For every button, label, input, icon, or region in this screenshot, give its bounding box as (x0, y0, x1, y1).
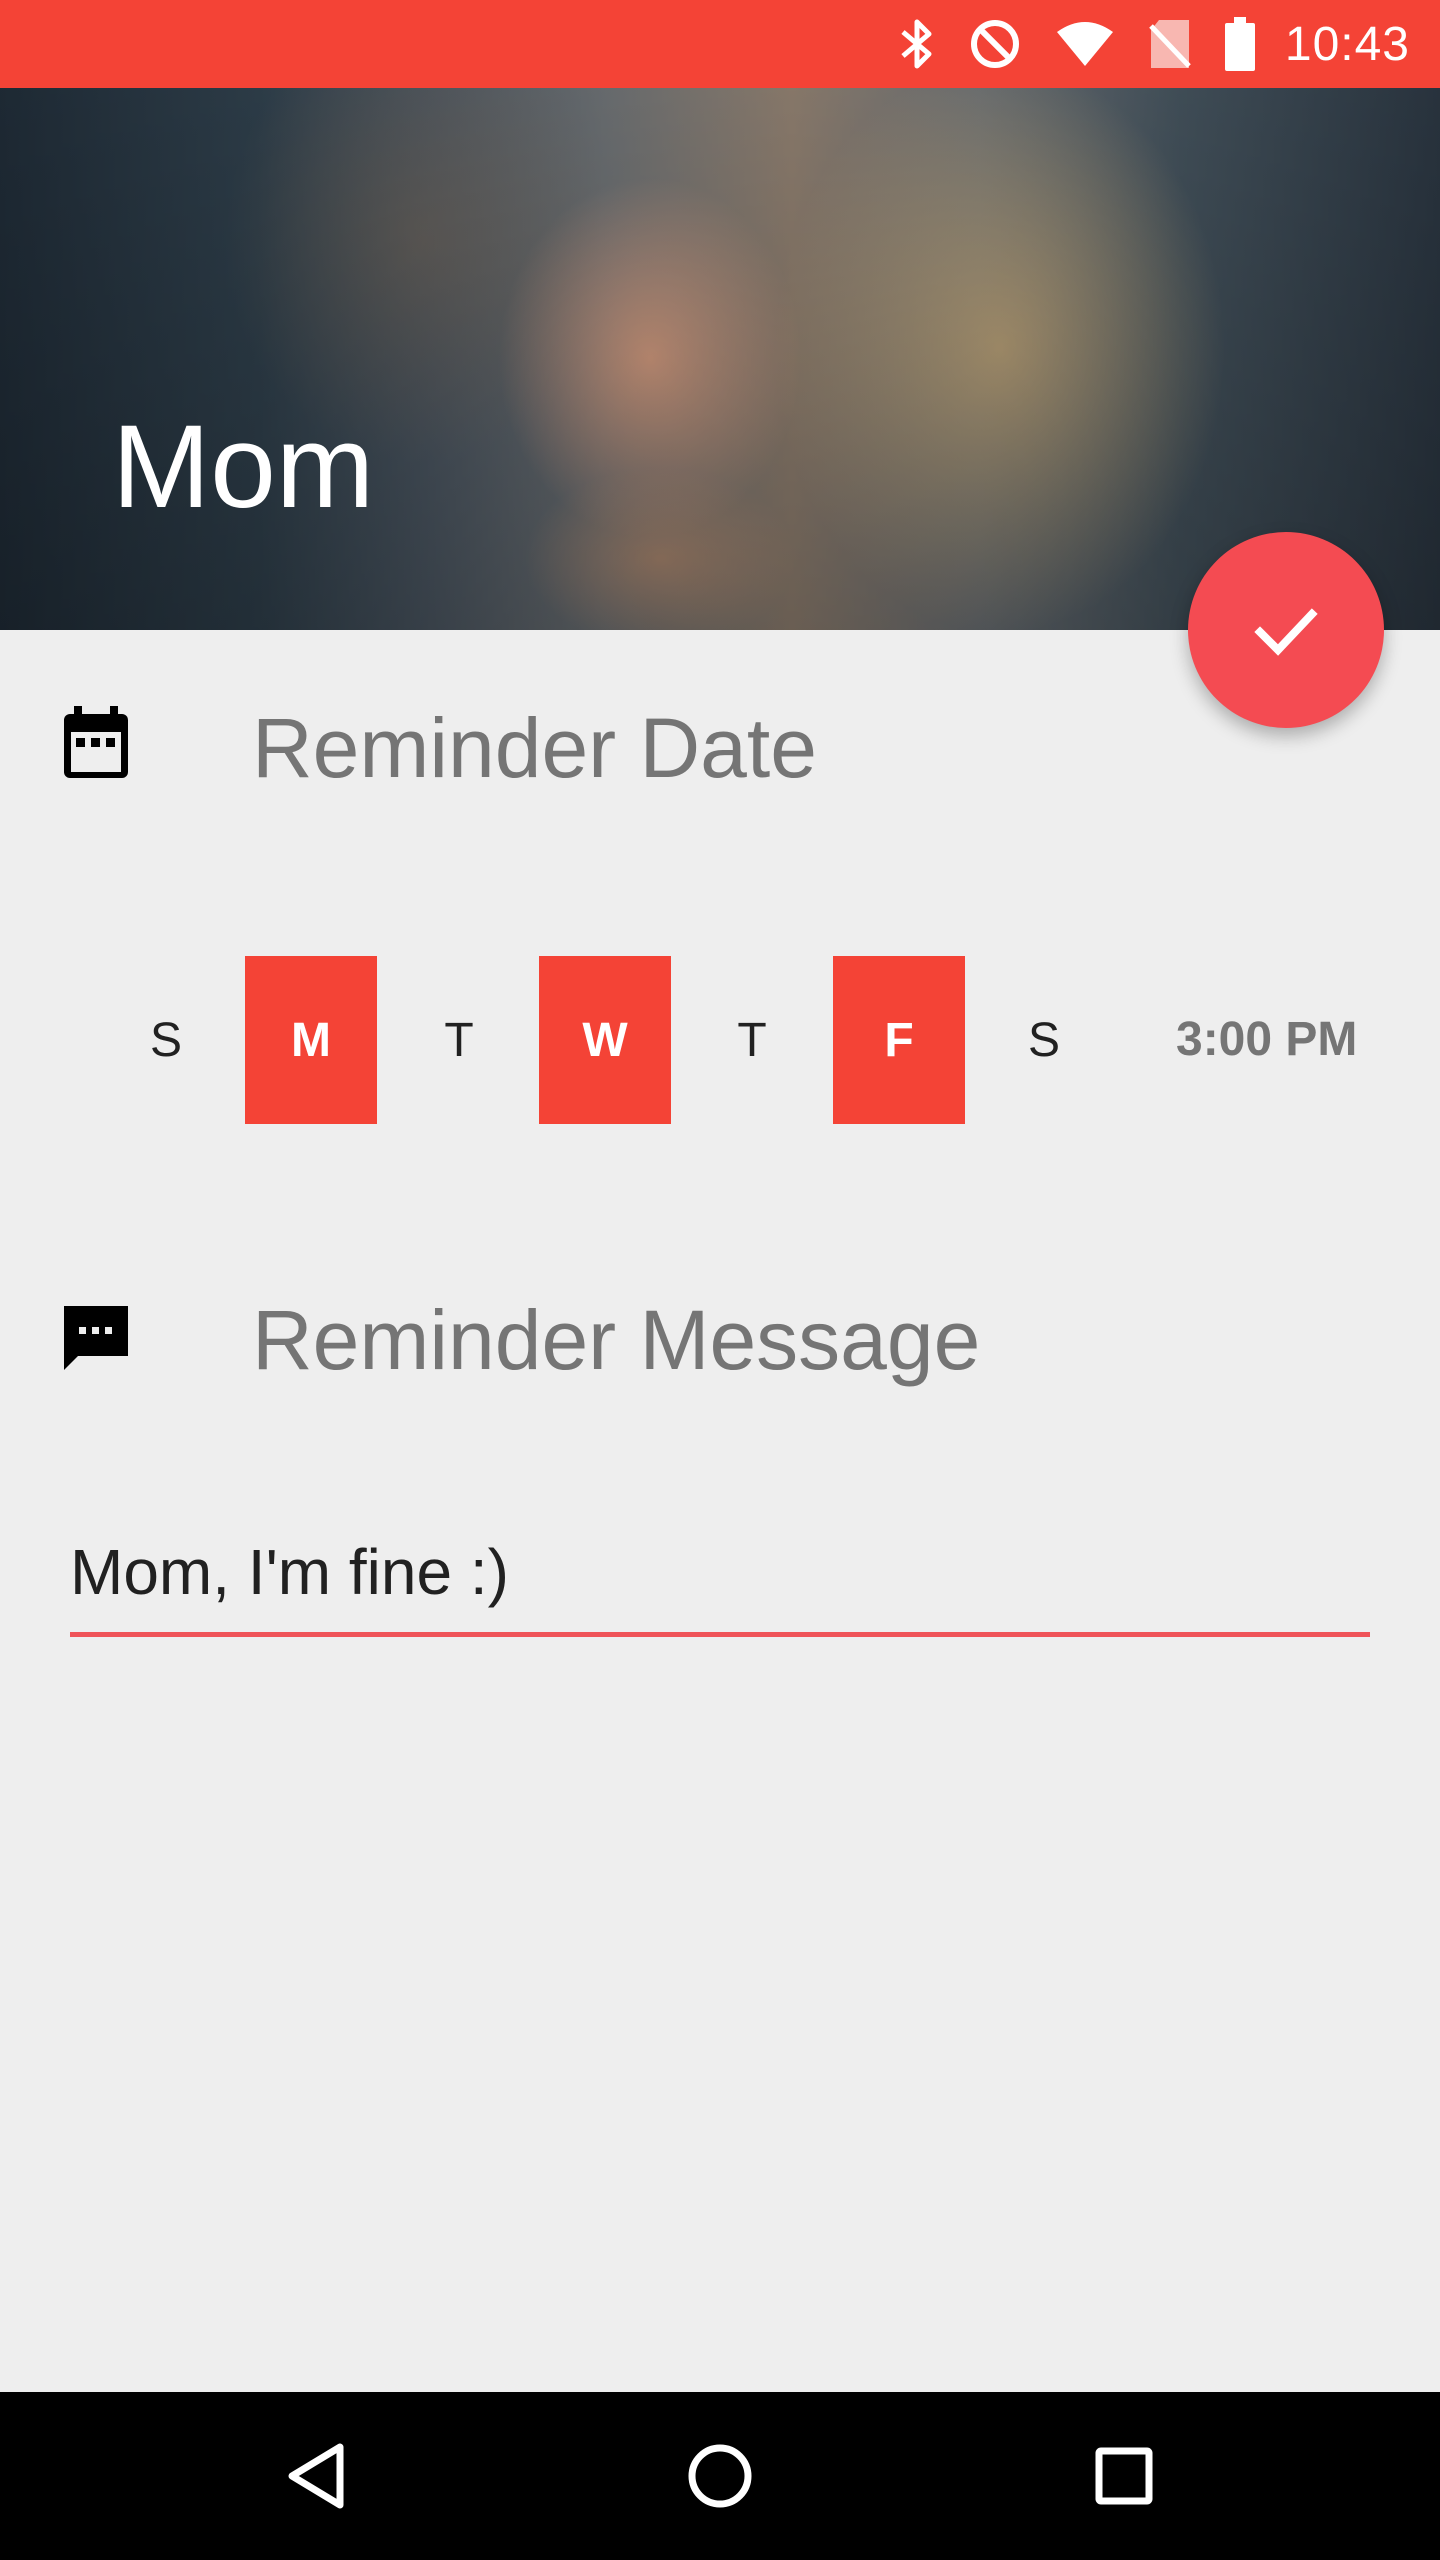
status-time: 10:43 (1284, 17, 1410, 71)
navigation-bar (0, 2392, 1440, 2560)
wifi-icon (1055, 20, 1115, 68)
reminder-message-input[interactable]: Mom, I'm fine :) (70, 1540, 1370, 1604)
home-icon (688, 2444, 752, 2508)
day-tuesday[interactable]: T (393, 956, 525, 1124)
do-not-disturb-icon (969, 18, 1021, 70)
day-saturday[interactable]: S (978, 956, 1110, 1124)
day-monday[interactable]: M (245, 956, 377, 1124)
reminder-time[interactable]: 3:00 PM (1176, 1012, 1357, 1068)
reminder-message-label: Reminder Message (252, 1293, 981, 1387)
reminder-date-label: Reminder Date (252, 701, 817, 795)
back-button[interactable] (276, 2436, 356, 2516)
recents-button[interactable] (1084, 2436, 1164, 2516)
bluetooth-icon (899, 16, 935, 72)
day-picker: S M T W T F S (100, 956, 1360, 1124)
status-bar: 10:43 (0, 0, 1440, 88)
save-fab-button[interactable] (1188, 532, 1384, 728)
contact-name-title: Mom (112, 401, 375, 533)
battery-icon (1224, 17, 1255, 71)
header-photo-shade (0, 88, 1440, 630)
no-sim-icon (1149, 18, 1191, 70)
day-friday[interactable]: F (833, 956, 965, 1124)
day-sunday[interactable]: S (100, 956, 232, 1124)
check-icon (1254, 608, 1318, 656)
message-icon (60, 1302, 132, 1379)
day-wednesday[interactable]: W (539, 956, 671, 1124)
calendar-icon (60, 706, 132, 787)
contact-header-photo: Mom (0, 88, 1440, 630)
recents-icon (1095, 2447, 1153, 2505)
day-thursday[interactable]: T (686, 956, 818, 1124)
back-icon (288, 2443, 344, 2509)
message-input-underline (70, 1632, 1370, 1637)
home-button[interactable] (680, 2436, 760, 2516)
